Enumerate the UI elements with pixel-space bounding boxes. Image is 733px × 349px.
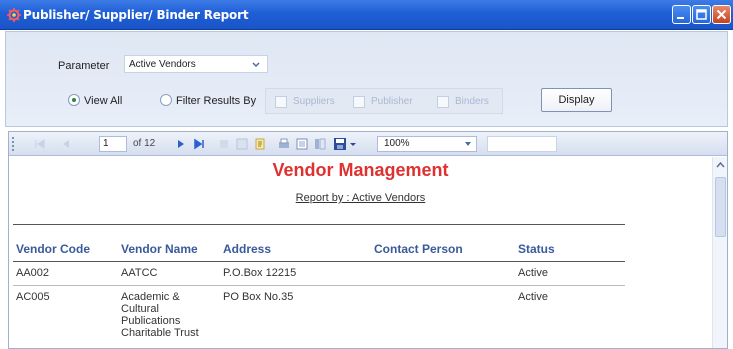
page-setup-icon[interactable] — [313, 137, 327, 151]
scrollbar-thumb[interactable] — [715, 177, 726, 237]
table-cell-address: P.O.Box 12215 — [223, 267, 297, 279]
report-toolbar: 1 of 12 100% — [9, 132, 727, 156]
parameter-select[interactable]: Active Vendors — [124, 55, 268, 73]
filter-results-radio[interactable] — [160, 94, 172, 106]
next-page-icon[interactable] — [174, 137, 188, 151]
table-cell-status: Active — [518, 291, 548, 303]
publisher-label: Publisher — [371, 96, 413, 107]
parameter-label: Parameter — [58, 60, 110, 72]
export-dropdown-icon[interactable] — [349, 137, 357, 151]
previous-page-icon[interactable] — [59, 137, 73, 151]
find-text-input[interactable] — [487, 136, 557, 152]
chevron-down-icon — [252, 62, 260, 68]
app-gear-icon — [7, 8, 21, 22]
scroll-up-icon[interactable] — [716, 161, 725, 170]
minimize-button[interactable] — [672, 5, 691, 24]
view-all-radio-selected[interactable] — [68, 94, 80, 106]
binders-checkbox[interactable] — [437, 96, 449, 108]
binders-label: Binders — [455, 96, 489, 107]
page-count: of 12 — [133, 138, 156, 149]
stop-icon[interactable] — [217, 137, 231, 151]
close-button[interactable] — [712, 5, 731, 24]
report-content: Vendor Management Report by : Active Ven… — [9, 157, 712, 348]
publisher-checkbox[interactable] — [353, 96, 365, 108]
column-header-status: Status — [518, 242, 555, 256]
column-header-vendor-name: Vendor Name — [121, 242, 198, 256]
row-divider — [13, 285, 625, 286]
parameter-select-value: Active Vendors — [129, 59, 196, 70]
report-title: Vendor Management — [272, 160, 449, 180]
page-number-input[interactable]: 1 — [99, 136, 127, 152]
table-cell-name: AATCC — [121, 267, 158, 279]
view-all-label: View All — [84, 95, 123, 107]
window-title: Publisher/ Supplier/ Binder Report — [23, 8, 249, 22]
close-icon — [716, 9, 727, 20]
print-layout-icon[interactable] — [295, 137, 309, 151]
title-bar: Publisher/ Supplier/ Binder Report — [0, 0, 733, 30]
column-header-vendor-code: Vendor Code — [16, 242, 91, 256]
table-cell-status: Active — [518, 267, 548, 279]
print-icon[interactable] — [277, 137, 291, 151]
first-page-icon[interactable] — [33, 137, 47, 151]
vertical-scrollbar[interactable] — [712, 157, 727, 348]
report-viewer: 1 of 12 100% Vendor Management Report by… — [8, 131, 728, 349]
zoom-value: 100% — [384, 138, 410, 149]
minimize-icon — [677, 17, 684, 19]
column-header-address: Address — [223, 242, 272, 256]
last-page-icon[interactable] — [192, 137, 206, 151]
toolbar-grip[interactable] — [12, 137, 15, 151]
filter-results-label: Filter Results By — [176, 95, 257, 107]
report-subtitle: Report by : Active Vendors — [295, 192, 426, 204]
table-cell-code: AA002 — [16, 267, 50, 279]
document-map-icon[interactable] — [253, 137, 267, 151]
maximize-button[interactable] — [692, 5, 711, 24]
maximize-icon — [696, 9, 707, 20]
header-divider — [13, 261, 625, 262]
export-save-icon[interactable] — [333, 137, 347, 151]
table-cell-address: PO Box No.35 — [223, 291, 294, 303]
column-header-contact-person: Contact Person — [374, 242, 463, 256]
suppliers-label: Suppliers — [293, 96, 335, 107]
table-cell-code: AC005 — [16, 291, 50, 303]
display-button[interactable]: Display — [541, 88, 612, 112]
suppliers-checkbox[interactable] — [275, 96, 287, 108]
divider — [13, 224, 625, 225]
zoom-select[interactable]: 100% — [377, 136, 477, 152]
table-cell-name: Academic & Cultural Publications Charita… — [121, 291, 199, 339]
chevron-down-icon — [465, 142, 471, 146]
refresh-icon[interactable] — [235, 137, 249, 151]
